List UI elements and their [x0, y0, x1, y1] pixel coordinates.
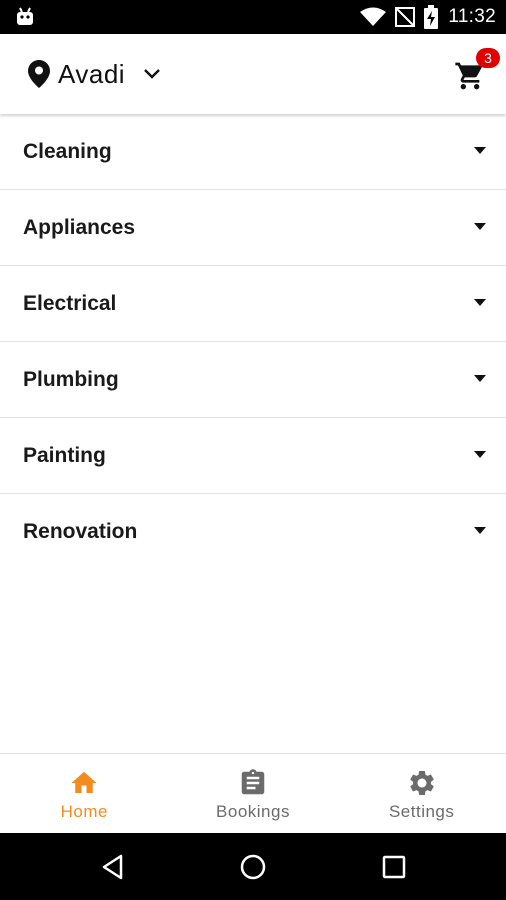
caret-down-icon [474, 451, 486, 458]
bottom-navigation: Home Bookings Settings [0, 753, 506, 834]
location-pin-icon [28, 60, 50, 88]
category-item-plumbing[interactable]: Plumbing [0, 342, 506, 418]
category-item-cleaning[interactable]: Cleaning [0, 114, 506, 190]
location-name: Avadi [58, 58, 126, 89]
cart-button[interactable]: 3 [454, 48, 500, 94]
caret-down-icon [474, 527, 486, 534]
category-label: Plumbing [23, 367, 119, 391]
nav-bookings-label: Bookings [216, 802, 290, 821]
category-list: Cleaning Appliances Electrical Plumbing … [0, 114, 506, 570]
back-icon[interactable] [99, 852, 129, 882]
caret-down-icon [474, 299, 486, 306]
nav-home[interactable]: Home [0, 754, 169, 834]
nav-home-label: Home [60, 802, 109, 821]
caret-down-icon [474, 147, 486, 154]
category-item-painting[interactable]: Painting [0, 418, 506, 494]
screen: 11:32 Avadi 3 Cleaning Appliances Electr… [0, 0, 506, 900]
clipboard-icon [241, 769, 265, 795]
category-item-appliances[interactable]: Appliances [0, 190, 506, 266]
chevron-down-icon [144, 69, 160, 79]
caret-down-icon [474, 223, 486, 230]
cart-count-badge: 3 [476, 48, 500, 68]
nav-bookings[interactable]: Bookings [169, 754, 338, 834]
category-item-electrical[interactable]: Electrical [0, 266, 506, 342]
home-icon [71, 771, 97, 793]
caret-down-icon [474, 375, 486, 382]
android-debug-icon [17, 7, 33, 25]
home-circle-icon[interactable] [238, 852, 268, 882]
nav-settings-label: Settings [388, 802, 455, 821]
location-selector[interactable]: Avadi [28, 58, 163, 90]
recents-icon[interactable] [379, 852, 409, 882]
category-label: Cleaning [23, 139, 112, 163]
category-label: Renovation [23, 520, 138, 543]
signal-off-icon [394, 6, 416, 28]
category-label: Appliances [23, 215, 136, 239]
category-label: Electrical [23, 291, 117, 315]
app-bar: Avadi 3 [0, 34, 506, 114]
category-item-renovation[interactable]: Renovation [0, 494, 506, 570]
category-label: Painting [23, 443, 106, 467]
gear-icon [409, 771, 434, 795]
system-navigation-bar [0, 833, 506, 900]
status-time: 11:32 [448, 6, 496, 27]
status-bar: 11:32 [0, 0, 506, 34]
wifi-icon [360, 7, 387, 27]
battery-charging-icon [424, 5, 439, 29]
nav-settings[interactable]: Settings [337, 754, 506, 834]
